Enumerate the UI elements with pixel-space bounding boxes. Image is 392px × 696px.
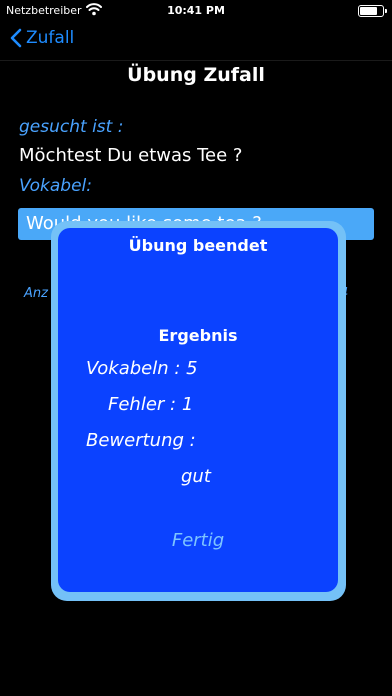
result-heading: Ergebnis <box>158 326 238 345</box>
nav-divider <box>0 60 392 61</box>
back-button[interactable]: Zufall <box>10 28 74 48</box>
status-bar: Netzbetreiber 10:41 PM <box>0 0 392 22</box>
count-label: Anz <box>24 286 48 301</box>
error-count: Fehler : 1 <box>108 394 194 415</box>
battery-icon <box>358 5 387 17</box>
vocab-label: Vokabel: <box>19 176 92 196</box>
rating-value: gut <box>181 466 211 487</box>
question-text: Möchtest Du etwas Tee ? <box>19 145 243 166</box>
result-dialog: Übung beendet Ergebnis Vokabeln : 5 Fehl… <box>58 228 338 592</box>
searched-label: gesucht ist : <box>19 117 124 137</box>
dialog-title: Übung beendet <box>128 236 268 255</box>
rating-label: Bewertung : <box>86 430 196 451</box>
navigation-bar: Zufall <box>0 26 392 56</box>
done-button[interactable]: Fertig <box>58 530 338 551</box>
back-button-label: Zufall <box>26 28 75 48</box>
chevron-left-icon <box>10 28 22 48</box>
status-time: 10:41 PM <box>167 4 225 17</box>
page-title: Übung Zufall <box>127 64 265 86</box>
vocab-count: Vokabeln : 5 <box>86 358 198 379</box>
